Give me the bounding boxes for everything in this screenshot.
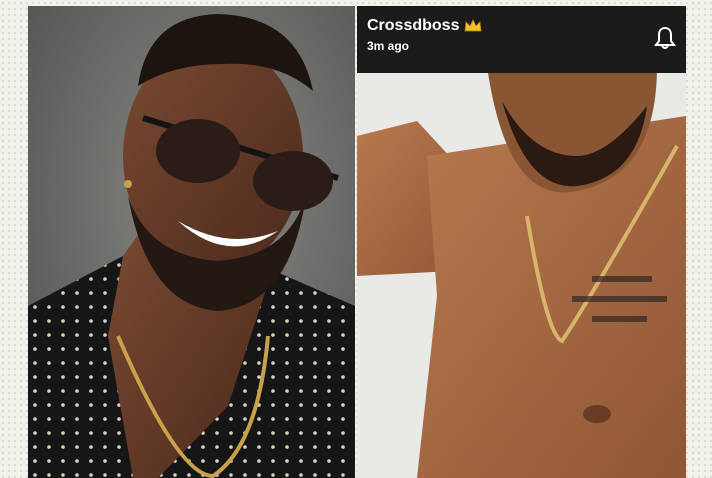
crown-icon	[464, 19, 482, 33]
portrait-illustration	[28, 6, 355, 478]
story-timestamp: 3m ago	[367, 39, 410, 53]
left-portrait-photo	[28, 6, 355, 478]
story-username[interactable]: Crossdboss	[367, 17, 459, 35]
story-header: Crossdboss 3m ago	[357, 6, 686, 73]
story-screenshot: Crossdboss 3m ago	[357, 6, 686, 478]
bell-icon[interactable]	[654, 26, 676, 50]
story-photo	[357, 6, 686, 478]
story-username-row[interactable]: Crossdboss	[367, 17, 482, 35]
